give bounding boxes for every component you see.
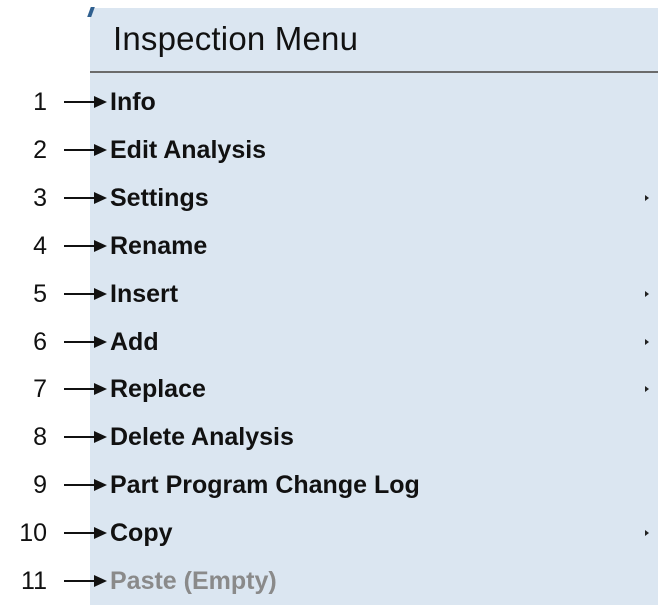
callout-number: 1	[33, 88, 47, 116]
menu-title: Inspection Menu	[113, 20, 359, 57]
menu-row: 10 Copy	[0, 510, 658, 557]
callout-number: 7	[33, 375, 47, 403]
menu-item-add[interactable]: Add	[90, 319, 658, 366]
callout-number: 6	[33, 328, 47, 356]
menu-item-label: Info	[110, 88, 156, 116]
menu-item-label: Add	[110, 328, 159, 356]
menu-item-paste: Paste (Empty)	[90, 558, 658, 605]
callout-number: 10	[19, 519, 47, 547]
menu-row: 11 Paste (Empty)	[0, 558, 658, 605]
title-separator	[90, 71, 658, 73]
callout-number: 4	[33, 232, 47, 260]
menu-row: 9 Part Program Change Log	[0, 462, 658, 509]
callout-number: 9	[33, 471, 47, 499]
menu-item-settings[interactable]: Settings	[90, 175, 658, 222]
menu-item-replace[interactable]: Replace	[90, 366, 658, 413]
callout-number: 11	[21, 567, 47, 595]
menu-row: 1 Info	[0, 79, 658, 126]
callout-number: 5	[33, 280, 47, 308]
menu-item-label: Copy	[110, 519, 173, 547]
menu-item-info[interactable]: Info	[90, 79, 658, 126]
menu-item-label: Settings	[110, 184, 209, 212]
menu-item-part-program-change-log[interactable]: Part Program Change Log	[90, 462, 658, 509]
submenu-arrow-icon	[645, 195, 649, 201]
menu-row: 2 Edit Analysis	[0, 127, 658, 174]
menu-row: 7 Replace	[0, 366, 658, 413]
submenu-arrow-icon	[645, 386, 649, 392]
menu-item-edit-analysis[interactable]: Edit Analysis	[90, 127, 658, 174]
menu-item-label: Edit Analysis	[110, 136, 267, 164]
callout-number: 3	[33, 184, 47, 212]
menu-row: 3 Settings	[0, 175, 658, 222]
submenu-arrow-icon	[645, 530, 649, 536]
menu-row: 5 Insert	[0, 271, 658, 318]
inspection-menu-screenshot: Inspection Menu 1 Info 2 Edit Analysis 3…	[0, 0, 658, 605]
callout-number: 8	[33, 423, 47, 451]
menu-item-copy[interactable]: Copy	[90, 510, 658, 557]
menu-item-rename[interactable]: Rename	[90, 223, 658, 270]
menu-row: 8 Delete Analysis	[0, 414, 658, 461]
menu-item-delete-analysis[interactable]: Delete Analysis	[90, 414, 658, 461]
callout-number: 2	[33, 136, 47, 164]
menu-row: 4 Rename	[0, 223, 658, 270]
menu-row: 6 Add	[0, 319, 658, 366]
menu-item-label: Paste (Empty)	[110, 567, 277, 595]
submenu-arrow-icon	[645, 339, 649, 345]
menu-item-label: Rename	[110, 232, 208, 260]
menu-item-label: Part Program Change Log	[110, 471, 420, 499]
menu-item-label: Delete Analysis	[110, 423, 294, 451]
menu-item-label: Replace	[110, 375, 206, 403]
menu-item-insert[interactable]: Insert	[90, 271, 658, 318]
submenu-arrow-icon	[645, 291, 649, 297]
menu-item-label: Insert	[110, 280, 179, 308]
